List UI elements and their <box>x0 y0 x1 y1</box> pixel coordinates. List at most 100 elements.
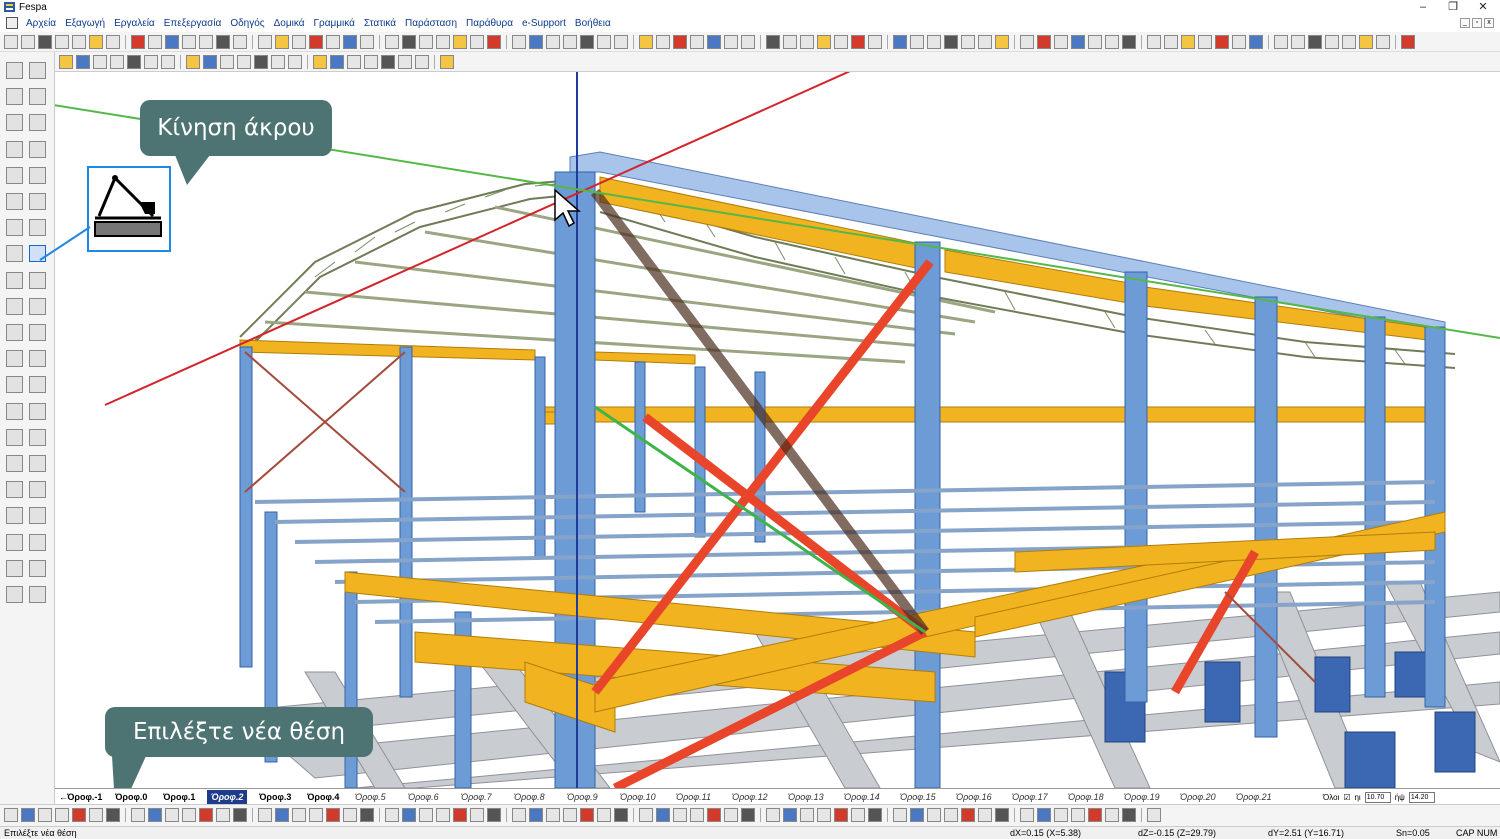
menu-help[interactable]: Βοήθεια <box>575 18 611 29</box>
tb1row-tool-icon[interactable] <box>487 35 501 49</box>
floor-tab[interactable]: Όροφ.3 <box>255 790 295 804</box>
tb1row-tool-icon[interactable] <box>707 35 721 49</box>
left-tool-button[interactable] <box>6 114 23 132</box>
tb1row-tool-icon[interactable] <box>1105 35 1119 49</box>
tb3row-tool-icon[interactable] <box>1020 808 1034 822</box>
left-tool-button[interactable] <box>29 507 46 525</box>
left-tool-button[interactable] <box>6 219 23 237</box>
tb1row-tool-icon[interactable] <box>910 35 924 49</box>
tb1row-tool-icon[interactable] <box>419 35 433 49</box>
tb3row-tool-icon[interactable] <box>292 808 306 822</box>
tb1row-tool-icon[interactable] <box>1071 35 1085 49</box>
left-tool-button[interactable] <box>6 140 23 158</box>
tb1row-tool-icon[interactable] <box>690 35 704 49</box>
tb2row-tool-icon[interactable] <box>364 55 378 69</box>
tb3row-tool-icon[interactable] <box>326 808 340 822</box>
minimize-button[interactable]: – <box>1408 0 1438 15</box>
floor-tab[interactable]: Όροφ.5 <box>351 790 390 804</box>
left-tool-button[interactable] <box>6 166 23 184</box>
tb3row-tool-icon[interactable] <box>546 808 560 822</box>
tb3row-tool-icon[interactable] <box>995 808 1009 822</box>
tb1row-tool-icon[interactable] <box>1274 35 1288 49</box>
tb1row-tool-icon[interactable] <box>1401 35 1415 49</box>
tb3row-tool-icon[interactable] <box>707 808 721 822</box>
tb2row-tool-icon[interactable] <box>440 55 454 69</box>
tb1row-tool-icon[interactable] <box>817 35 831 49</box>
floor-tab[interactable]: Όροφ.-1 <box>63 790 106 804</box>
tb1row-tool-icon[interactable] <box>1325 35 1339 49</box>
menu-structural[interactable]: Δομικά <box>274 18 305 29</box>
tb1row-tool-icon[interactable] <box>1037 35 1051 49</box>
left-tool-button[interactable] <box>29 376 46 394</box>
tb3row-tool-icon[interactable] <box>38 808 52 822</box>
document-icon[interactable] <box>6 17 18 29</box>
tb3row-tool-icon[interactable] <box>690 808 704 822</box>
menu-linear[interactable]: Γραμμικά <box>314 18 355 29</box>
tb1row-tool-icon[interactable] <box>1376 35 1390 49</box>
left-tool-button[interactable] <box>29 533 46 551</box>
tb2row-tool-icon[interactable] <box>347 55 361 69</box>
tb1row-tool-icon[interactable] <box>89 35 103 49</box>
tb3row-tool-icon[interactable] <box>470 808 484 822</box>
menu-wizard[interactable]: Οδηγός <box>230 18 264 29</box>
tb1row-tool-icon[interactable] <box>72 35 86 49</box>
tb1row-tool-icon[interactable] <box>512 35 526 49</box>
tb3row-tool-icon[interactable] <box>89 808 103 822</box>
tb3row-tool-icon[interactable] <box>817 808 831 822</box>
close-button[interactable]: ✕ <box>1468 0 1498 15</box>
tb3row-tool-icon[interactable] <box>275 808 289 822</box>
floor-tab[interactable]: Όροφ.9 <box>563 790 602 804</box>
tb3row-tool-icon[interactable] <box>1105 808 1119 822</box>
tb3row-tool-icon[interactable] <box>1071 808 1085 822</box>
floor-tab[interactable]: Όροφ.15 <box>896 790 940 804</box>
tb1row-tool-icon[interactable] <box>783 35 797 49</box>
menu-static[interactable]: Στατικά <box>364 18 396 29</box>
tb2row-tool-icon[interactable] <box>76 55 90 69</box>
left-tool-button[interactable] <box>29 297 46 315</box>
tb1row-tool-icon[interactable] <box>106 35 120 49</box>
tb3row-tool-icon[interactable] <box>258 808 272 822</box>
floor-tab[interactable]: Όροφ.11 <box>672 790 715 804</box>
left-tool-button[interactable] <box>6 324 23 341</box>
tb1row-tool-icon[interactable] <box>4 35 18 49</box>
tb1row-tool-icon[interactable] <box>326 35 340 49</box>
tb2row-tool-icon[interactable] <box>330 55 344 69</box>
tb1row-tool-icon[interactable] <box>529 35 543 49</box>
tb1row-tool-icon[interactable] <box>1308 35 1322 49</box>
tb1row-tool-icon[interactable] <box>1122 35 1136 49</box>
left-tool-button[interactable] <box>29 586 46 603</box>
left-tool-button[interactable] <box>6 297 23 315</box>
tb1row-tool-icon[interactable] <box>995 35 1009 49</box>
tb3row-tool-icon[interactable] <box>512 808 526 822</box>
floor-tab[interactable]: Όροφ.0 <box>111 790 151 804</box>
tb1row-tool-icon[interactable] <box>216 35 230 49</box>
left-tool-button[interactable] <box>6 271 23 289</box>
left-tool-button[interactable] <box>6 507 23 525</box>
left-tool-button[interactable] <box>6 559 23 577</box>
tb1row-tool-icon[interactable] <box>1359 35 1373 49</box>
tb3row-tool-icon[interactable] <box>944 808 958 822</box>
tb1row-tool-icon[interactable] <box>360 35 374 49</box>
tb2row-tool-icon[interactable] <box>415 55 429 69</box>
left-tool-button[interactable] <box>29 402 46 420</box>
tb1row-tool-icon[interactable] <box>944 35 958 49</box>
tb3row-tool-icon[interactable] <box>741 808 755 822</box>
tb3row-tool-icon[interactable] <box>419 808 433 822</box>
tb2row-tool-icon[interactable] <box>93 55 107 69</box>
tb3row-tool-icon[interactable] <box>673 808 687 822</box>
left-tool-button[interactable] <box>29 350 46 368</box>
floor-tab[interactable]: Όροφ.12 <box>728 790 772 804</box>
tb3row-tool-icon[interactable] <box>402 808 416 822</box>
left-tool-button[interactable] <box>6 428 23 446</box>
height-input[interactable]: 10.70 <box>1364 791 1391 803</box>
tb3row-tool-icon[interactable] <box>131 808 145 822</box>
left-tool-button[interactable] <box>29 62 46 79</box>
tb3row-tool-icon[interactable] <box>148 808 162 822</box>
tb1row-tool-icon[interactable] <box>978 35 992 49</box>
tb1row-tool-icon[interactable] <box>1198 35 1212 49</box>
menu-files[interactable]: Αρχεία <box>26 18 56 29</box>
tb1row-tool-icon[interactable] <box>546 35 560 49</box>
floor-tab[interactable]: Όροφ.14 <box>840 790 884 804</box>
left-tool-button[interactable] <box>6 533 23 551</box>
tb3row-tool-icon[interactable] <box>656 808 670 822</box>
